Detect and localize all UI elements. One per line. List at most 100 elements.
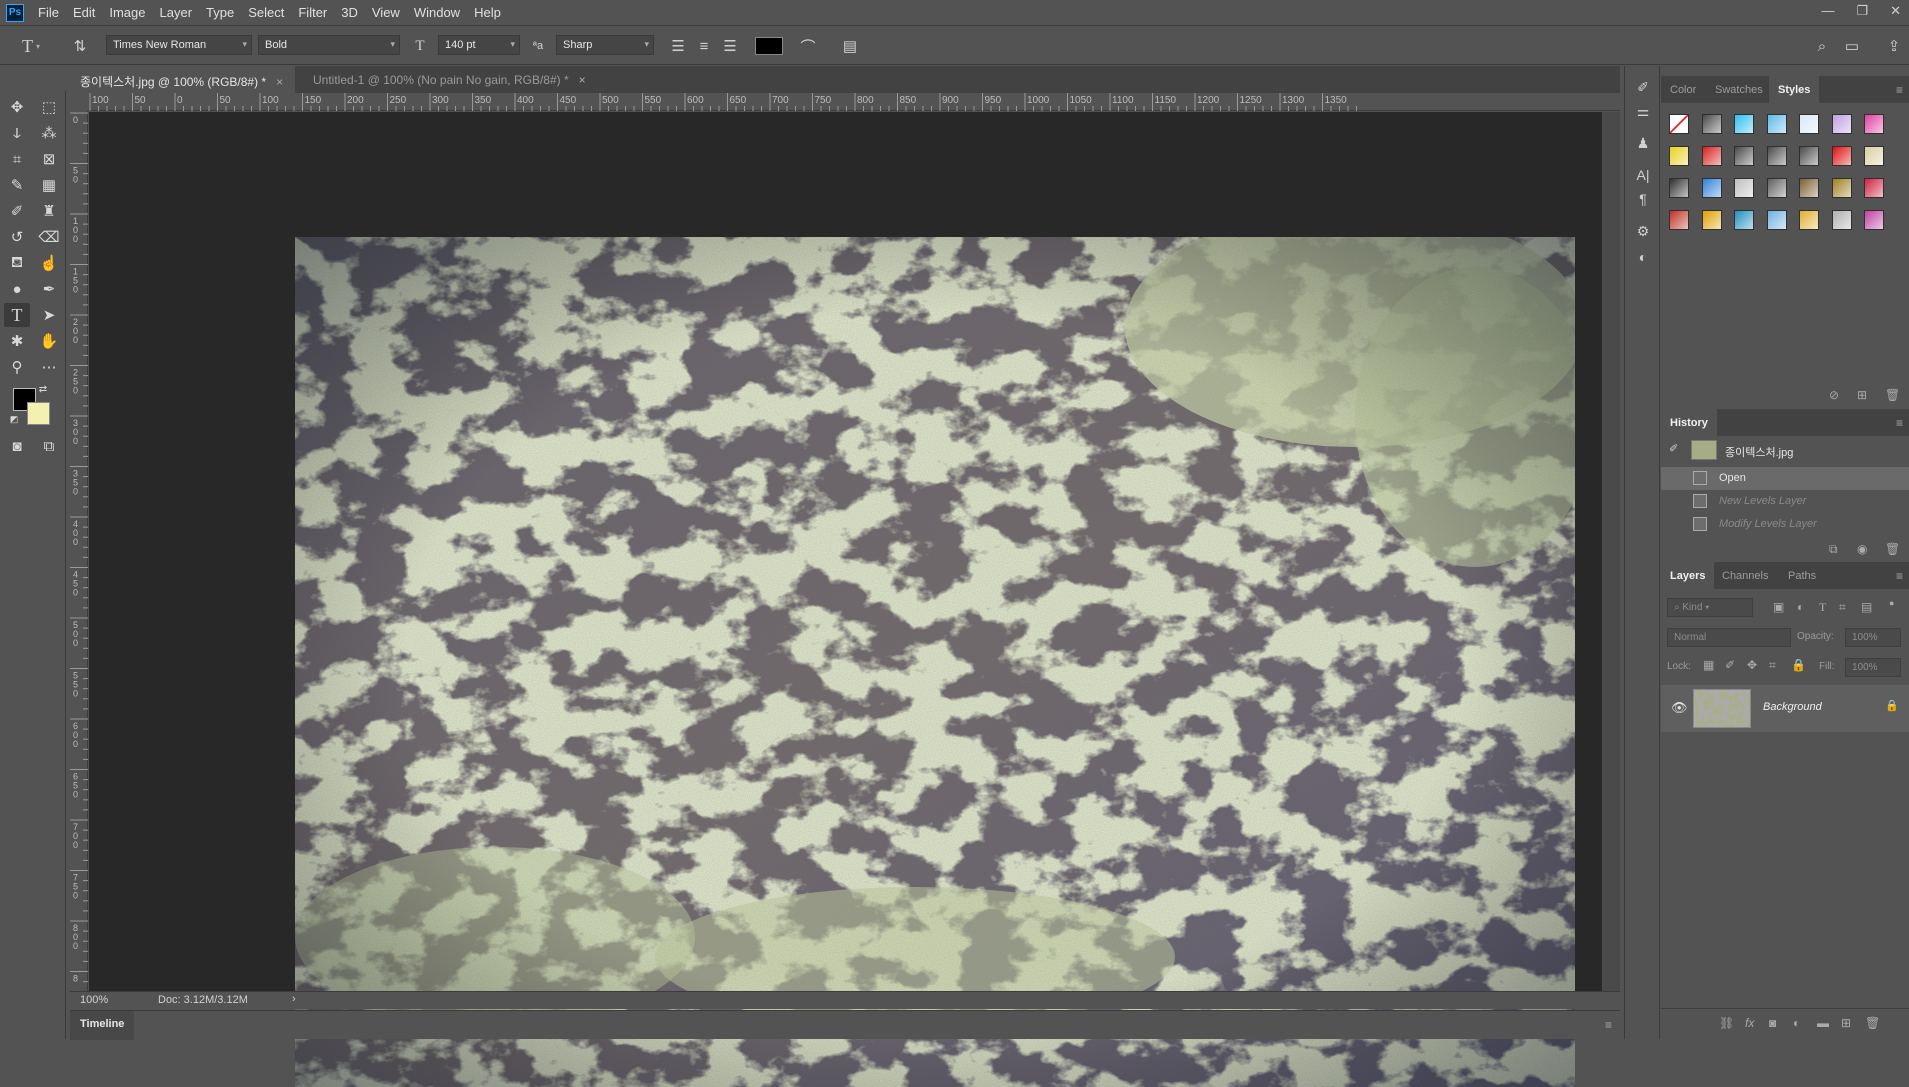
- new-style-icon[interactable]: ⊞: [1857, 388, 1867, 402]
- style-preset-swatch[interactable]: [1831, 210, 1852, 230]
- style-preset-swatch[interactable]: [1799, 114, 1819, 134]
- adjustment-layer-icon[interactable]: ◐: [1793, 1016, 1800, 1030]
- style-preset-swatch[interactable]: [1831, 114, 1852, 134]
- align-right-icon[interactable]: ☰: [720, 36, 740, 56]
- menu-type[interactable]: Type: [206, 5, 234, 20]
- style-preset-swatch[interactable]: [1669, 146, 1689, 166]
- tab-color[interactable]: Color: [1661, 76, 1705, 103]
- history-snapshot[interactable]: ✐ 종이텍스처.jpg: [1661, 437, 1909, 464]
- path-selection-tool-icon[interactable]: ➤: [36, 303, 62, 327]
- crop-tool-icon[interactable]: ⌗: [4, 147, 30, 171]
- menu-window[interactable]: Window: [414, 5, 460, 20]
- more-tools-icon[interactable]: ⋯: [36, 355, 62, 379]
- style-preset-swatch[interactable]: [1701, 146, 1722, 166]
- style-preset-swatch[interactable]: [1766, 114, 1787, 134]
- style-preset-swatch[interactable]: [1864, 178, 1884, 198]
- menu-filter[interactable]: Filter: [298, 5, 327, 20]
- delete-style-icon[interactable]: 🗑: [1885, 388, 1900, 402]
- eraser-tool-icon[interactable]: ⌫: [36, 225, 62, 249]
- workspace-icon[interactable]: ▭: [1842, 36, 1862, 56]
- style-preset-swatch[interactable]: [1669, 178, 1689, 198]
- pen-tool-icon[interactable]: ✒: [36, 277, 62, 301]
- fill-input[interactable]: 100%: [1845, 658, 1901, 677]
- history-item-new-levels[interactable]: New Levels Layer: [1661, 490, 1909, 513]
- warp-text-icon[interactable]: ⌒: [798, 36, 818, 56]
- menu-view[interactable]: View: [372, 5, 400, 20]
- tab-layers[interactable]: Layers: [1661, 562, 1715, 589]
- character-icon[interactable]: A|: [1632, 164, 1654, 186]
- swap-colors-icon[interactable]: ⇄: [36, 382, 50, 396]
- quick-mask-icon[interactable]: ◙: [4, 434, 30, 458]
- layer-visibility-eye-icon[interactable]: 👁: [1671, 700, 1688, 716]
- brush-tool-icon[interactable]: ✐: [4, 199, 30, 223]
- default-colors-icon[interactable]: ◩: [8, 413, 20, 425]
- style-preset-swatch[interactable]: [1766, 178, 1787, 198]
- horizontal-ruler[interactable]: 100 50 0 50 100 150 200 250 300 350 400 450 500 550 60…: [88, 93, 1620, 111]
- link-layers-icon[interactable]: ⛓: [1719, 1016, 1734, 1030]
- type-tool-preset-icon[interactable]: T ▾: [14, 36, 48, 56]
- tab-untitled-document[interactable]: Untitled-1 @ 100% (No pain No gain, RGB/…: [303, 66, 603, 93]
- style-preset-swatch[interactable]: [1766, 146, 1787, 166]
- brush-settings-icon[interactable]: ✐: [1632, 76, 1654, 98]
- magic-wand-tool-icon[interactable]: ⁂: [36, 121, 62, 145]
- style-preset-swatch[interactable]: [1799, 210, 1819, 230]
- lasso-tool-icon[interactable]: ↆ: [4, 121, 30, 145]
- filter-shape-icon[interactable]: ⌗: [1839, 600, 1846, 615]
- close-tab-icon[interactable]: ×: [276, 75, 283, 89]
- style-preset-swatch[interactable]: [1734, 210, 1754, 230]
- style-preset-swatch[interactable]: [1734, 146, 1754, 166]
- tab-texture-document[interactable]: 종이텍스처.jpg @ 100% (RGB/8#) * ×: [70, 66, 295, 93]
- text-color-swatch[interactable]: [755, 37, 783, 55]
- character-panel-icon[interactable]: ▤: [840, 36, 860, 56]
- menu-3d[interactable]: 3D: [341, 5, 358, 20]
- style-preset-swatch[interactable]: [1864, 210, 1884, 230]
- filter-type-icon[interactable]: T: [1819, 600, 1826, 615]
- lock-transparent-icon[interactable]: ▦: [1703, 658, 1714, 672]
- lock-image-icon[interactable]: ✐: [1725, 658, 1735, 672]
- stamp-tool-icon[interactable]: ♜: [36, 199, 62, 223]
- menu-file[interactable]: File: [38, 5, 59, 20]
- align-left-icon[interactable]: ☰: [668, 36, 688, 56]
- document-image-texture[interactable]: [295, 237, 1575, 1087]
- history-item-modify-levels[interactable]: Modify Levels Layer: [1661, 513, 1909, 531]
- style-preset-swatch[interactable]: [1831, 178, 1852, 198]
- close-button[interactable]: ✕: [1890, 3, 1901, 19]
- style-preset-swatch[interactable]: [1701, 114, 1722, 134]
- menu-image[interactable]: Image: [109, 5, 145, 20]
- shape-tool-icon[interactable]: ✱: [4, 329, 30, 353]
- canvas-area[interactable]: [89, 112, 1602, 1087]
- add-mask-icon[interactable]: ◙: [1769, 1016, 1776, 1030]
- clone-source-icon[interactable]: ♟: [1632, 132, 1654, 154]
- tab-channels[interactable]: Channels: [1713, 562, 1777, 589]
- style-preset-swatch[interactable]: [1701, 210, 1722, 230]
- zoom-level[interactable]: 100%: [80, 994, 108, 1006]
- ruler-origin[interactable]: [70, 93, 88, 111]
- lock-position-icon[interactable]: ✥: [1747, 658, 1757, 672]
- font-size-input[interactable]: 140 pt ▾: [438, 35, 520, 55]
- menu-edit[interactable]: Edit: [73, 5, 95, 20]
- paint-bucket-tool-icon[interactable]: ⛾: [4, 251, 30, 275]
- filter-adjustment-icon[interactable]: ◐: [1797, 600, 1804, 614]
- tab-paths[interactable]: Paths: [1779, 562, 1825, 589]
- clear-style-icon[interactable]: ⊘: [1829, 388, 1839, 402]
- status-menu-arrow[interactable]: ›: [292, 993, 296, 1005]
- new-snapshot-icon[interactable]: ◉: [1857, 542, 1867, 556]
- tab-styles[interactable]: Styles: [1769, 76, 1820, 103]
- lock-artboard-icon[interactable]: ⌗: [1769, 658, 1776, 673]
- screen-mode-icon[interactable]: ⧉: [36, 434, 62, 458]
- eyedropper-tool-icon[interactable]: ✎: [4, 173, 30, 197]
- text-orientation-icon[interactable]: ⇅: [70, 36, 90, 56]
- panel-menu-icon[interactable]: ≡: [1896, 416, 1903, 430]
- history-brush-tool-icon[interactable]: ↺: [4, 225, 30, 249]
- menu-select[interactable]: Select: [248, 5, 284, 20]
- lock-all-icon[interactable]: 🔒: [1791, 658, 1806, 672]
- vertical-ruler[interactable]: 0501001502002503003504004505005506006507…: [70, 111, 88, 1013]
- opacity-input[interactable]: 100%: [1845, 628, 1901, 647]
- blend-mode-select[interactable]: Normal: [1667, 628, 1791, 647]
- style-preset-swatch[interactable]: [1831, 146, 1852, 166]
- style-preset-swatch[interactable]: [1701, 178, 1722, 198]
- tab-swatches[interactable]: Swatches: [1706, 76, 1772, 103]
- hand-tool-icon[interactable]: ✋: [36, 329, 62, 353]
- align-center-icon[interactable]: ≡: [694, 36, 714, 56]
- style-preset-swatch[interactable]: [1864, 114, 1884, 134]
